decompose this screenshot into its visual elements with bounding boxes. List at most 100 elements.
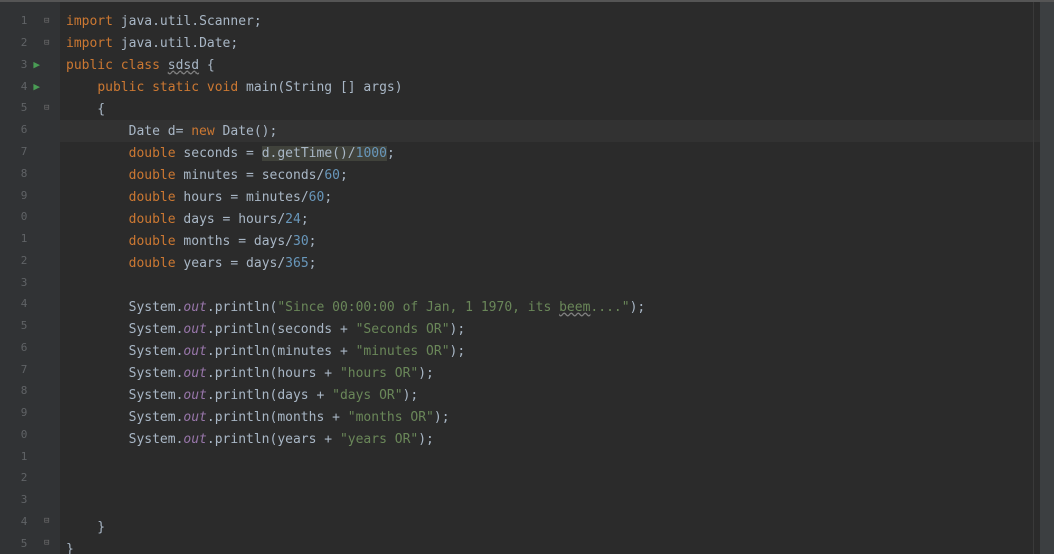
code-token: ; [309,234,317,249]
code-token: out [183,344,206,359]
run-icon[interactable]: ▶ [33,58,40,71]
code-line[interactable]: double seconds = d.getTime()/1000; [60,142,1054,164]
code-token [66,80,97,95]
code-token: ); [450,322,466,337]
code-line[interactable]: Date d= new Date(); [60,120,1054,142]
code-token [66,190,129,205]
gutter-row[interactable]: 6▶ [0,336,60,358]
line-number: 7 [9,363,27,376]
gutter-row[interactable]: 0▶ [0,206,60,228]
scrollbar[interactable] [1040,2,1054,554]
code-token: ); [418,432,434,447]
code-token [66,256,129,271]
gutter-row[interactable]: 3▶ [0,271,60,293]
code-token: "minutes OR" [356,344,450,359]
fold-icon[interactable]: ⊟ [44,16,54,26]
code-line[interactable]: import java.util.Scanner; [60,10,1054,32]
code-editor[interactable]: 1▶⊟2▶⊟3▶4▶5▶⊟6▶💡7▶8▶9▶0▶1▶2▶3▶4▶5▶6▶7▶8▶… [0,0,1054,554]
code-token [66,146,129,161]
fold-icon[interactable]: ⊟ [44,516,54,526]
code-token: out [183,322,206,337]
gutter-row[interactable]: 3▶ [0,489,60,511]
gutter-row[interactable]: 3▶ [0,54,60,76]
code-token: { [199,58,215,73]
gutter-row[interactable]: 8▶ [0,162,60,184]
code-line[interactable]: System.out.println("Since 00:00:00 of Ja… [60,296,1054,318]
code-token: .println(years + [207,432,340,447]
line-number: 0 [9,428,27,441]
gutter-row[interactable]: 7▶ [0,358,60,380]
code-line[interactable]: System.out.println(years + "years OR"); [60,428,1054,450]
gutter-row[interactable]: 5▶⊟ [0,532,60,554]
gutter-row[interactable]: 2▶ [0,467,60,489]
gutter[interactable]: 1▶⊟2▶⊟3▶4▶5▶⊟6▶💡7▶8▶9▶0▶1▶2▶3▶4▶5▶6▶7▶8▶… [0,2,60,554]
gutter-row[interactable]: 5▶ [0,315,60,337]
code-line[interactable]: public class sdsd { [60,54,1054,76]
run-icon[interactable]: ▶ [33,80,40,93]
code-line[interactable]: double minutes = seconds/60; [60,164,1054,186]
code-line[interactable] [60,472,1054,494]
code-token [66,234,129,249]
code-line[interactable]: System.out.println(days + "days OR"); [60,384,1054,406]
code-line[interactable]: { [60,98,1054,120]
code-line[interactable]: System.out.println(hours + "hours OR"); [60,362,1054,384]
line-number: 4 [9,80,27,93]
line-number: 6 [9,341,27,354]
gutter-row[interactable]: 4▶ [0,293,60,315]
code-token: System. [66,432,183,447]
code-line[interactable] [60,450,1054,472]
fold-icon[interactable]: ⊟ [44,38,54,48]
code-line[interactable]: System.out.println(seconds + "Seconds OR… [60,318,1054,340]
code-token: ); [403,388,419,403]
line-number: 8 [9,167,27,180]
line-number: 3 [9,276,27,289]
code-line[interactable]: import java.util.Date; [60,32,1054,54]
code-token: "days OR" [332,388,402,403]
gutter-row[interactable]: 4▶ [0,75,60,97]
line-number: 9 [9,189,27,202]
code-line[interactable]: double hours = minutes/60; [60,186,1054,208]
gutter-row[interactable]: 4▶⊟ [0,511,60,533]
code-token: ; [324,190,332,205]
code-token: public class [66,58,168,73]
gutter-row[interactable]: 7▶ [0,141,60,163]
code-line[interactable]: public static void main(String [] args) [60,76,1054,98]
gutter-row[interactable]: 2▶ [0,249,60,271]
line-number: 6 [9,123,27,136]
code-line[interactable]: double years = days/365; [60,252,1054,274]
gutter-row[interactable]: 1▶ [0,228,60,250]
fold-icon[interactable]: ⊟ [44,103,54,113]
code-token: ); [434,410,450,425]
line-number: 0 [9,210,27,223]
code-line[interactable] [60,494,1054,516]
line-number: 2 [9,254,27,267]
gutter-row[interactable]: 8▶ [0,380,60,402]
line-number: 3 [9,58,27,71]
code-line[interactable]: } [60,516,1054,538]
gutter-row[interactable]: 2▶⊟ [0,32,60,54]
code-token: sdsd [168,58,199,73]
code-token: System. [66,300,183,315]
gutter-row[interactable]: 9▶ [0,402,60,424]
code-token: double [129,168,184,183]
gutter-row[interactable]: 1▶ [0,445,60,467]
code-token: double [129,212,184,227]
code-token [66,168,129,183]
code-line[interactable] [60,274,1054,296]
code-token: .println(days + [207,388,332,403]
code-token: d.getTime()/ [262,146,356,161]
gutter-row[interactable]: 0▶ [0,424,60,446]
code-line[interactable]: System.out.println(minutes + "minutes OR… [60,340,1054,362]
gutter-row[interactable]: 1▶⊟ [0,10,60,32]
code-line[interactable]: } [60,538,1054,554]
gutter-row[interactable]: 5▶⊟ [0,97,60,119]
gutter-row[interactable]: 6▶💡 [0,119,60,141]
code-line[interactable]: double days = hours/24; [60,208,1054,230]
fold-icon[interactable]: ⊟ [44,538,54,548]
code-line[interactable]: System.out.println(months + "months OR")… [60,406,1054,428]
code-area[interactable]: import java.util.Scanner;import java.uti… [60,2,1054,554]
code-line[interactable]: double months = days/30; [60,230,1054,252]
gutter-row[interactable]: 9▶ [0,184,60,206]
code-token: Date d= [66,124,191,139]
line-number: 5 [9,537,27,550]
